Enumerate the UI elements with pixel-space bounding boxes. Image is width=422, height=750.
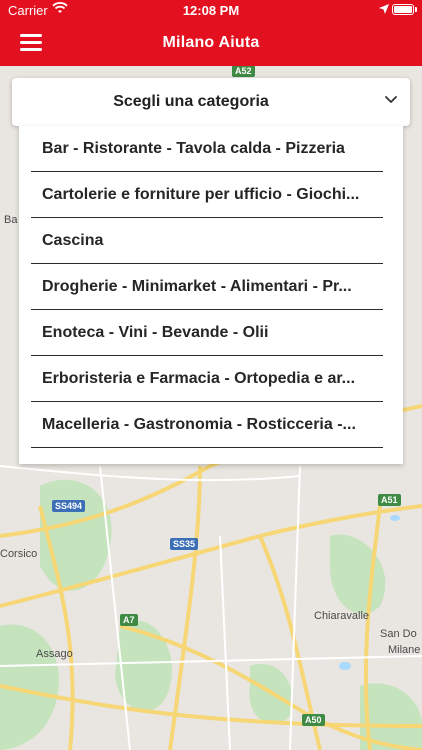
map-label-ba: Ba [4,214,18,226]
category-option[interactable]: Drogherie - Minimarket - Alimentari - Pr… [31,264,383,310]
road-shield-a7: A7 [120,614,138,626]
map-label-corsico: Corsico [0,548,38,560]
road-shield-a52: A52 [232,66,255,77]
category-dropdown-list: Bar - Ristorante - Tavola calda - Pizzer… [19,126,403,464]
battery-tip [415,7,417,12]
status-time: 12:08 PM [182,3,240,18]
category-option[interactable]: Enoteca - Vini - Bevande - Olii [31,310,383,356]
category-option[interactable]: Macelleria - Gastronomia - Rosticceria -… [31,402,383,448]
map-label-assago: Assago [36,648,73,660]
location-arrow-icon [379,4,389,14]
battery-icon [392,4,414,15]
app-header: Carrier 12:08 PM Milano Aiuta [0,0,422,66]
page-title: Milano Aiuta [162,34,260,51]
category-select-label: Scegli una categoria [113,93,269,110]
map-label-san-donato: San Do [380,628,417,640]
map-label-milanese: Milane [388,644,421,656]
status-bar: Carrier 12:08 PM [0,0,422,22]
road-shield-ss35: SS35 [170,538,199,550]
category-option[interactable]: Cartolerie e forniture per ufficio - Gio… [31,172,383,218]
road-shield-ss494: SS494 [52,500,86,512]
category-option[interactable]: Cascina [31,218,383,264]
category-option[interactable]: Bar - Ristorante - Tavola calda - Pizzer… [31,126,383,172]
category-select[interactable]: Scegli una categoria [12,78,410,126]
category-option[interactable]: Erboristeria e Farmacia - Ortopedia e ar… [31,356,383,402]
map-label-chiaravalle: Chiaravalle [314,610,370,622]
road-shield-a50: A50 [302,714,325,726]
road-shield-a51: A51 [378,494,401,506]
chevron-down-icon [385,96,397,103]
